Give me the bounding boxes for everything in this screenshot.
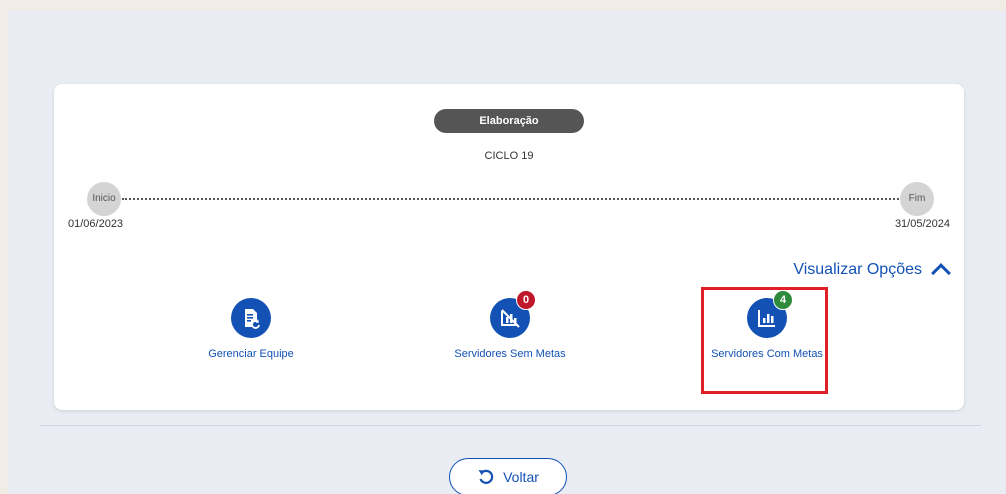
servers-without-goals-label: Servidores Sem Metas <box>454 348 566 360</box>
servers-with-goals-button[interactable]: 4 Servidores Com Metas <box>702 290 832 362</box>
timeline-line <box>122 198 906 200</box>
cycle-title: CICLO 19 <box>484 150 534 162</box>
back-button-label: Voltar <box>503 469 539 485</box>
end-date: 31/05/2024 <box>894 218 950 230</box>
with-goals-count-badge: 4 <box>773 290 793 310</box>
manage-team-icon <box>231 298 271 338</box>
no-goals-icon: 0 <box>490 290 536 338</box>
without-goals-count-badge: 0 <box>516 290 536 310</box>
manage-team-button[interactable]: Gerenciar Equipe <box>186 298 316 362</box>
back-button[interactable]: Voltar <box>449 458 567 494</box>
view-options-label: Visualizar Opções <box>793 261 922 278</box>
undo-icon <box>477 467 495 488</box>
manage-team-label: Gerenciar Equipe <box>208 348 294 360</box>
divider <box>40 425 981 426</box>
start-date: 01/06/2023 <box>68 218 124 230</box>
timeline-start-node: Inicio <box>87 182 121 216</box>
goals-chart-icon: 4 <box>747 290 793 338</box>
servers-with-goals-label: Servidores Com Metas <box>711 348 823 360</box>
servers-without-goals-button[interactable]: 0 Servidores Sem Metas <box>445 290 575 362</box>
status-badge: Elaboração <box>434 109 584 133</box>
view-options-toggle[interactable]: Visualizar Opções <box>793 260 951 283</box>
cycle-card: Elaboração CICLO 19 Inicio Fim 01/06/202… <box>54 84 964 410</box>
chevron-up-icon <box>931 263 951 283</box>
timeline-end-node: Fim <box>900 182 934 216</box>
